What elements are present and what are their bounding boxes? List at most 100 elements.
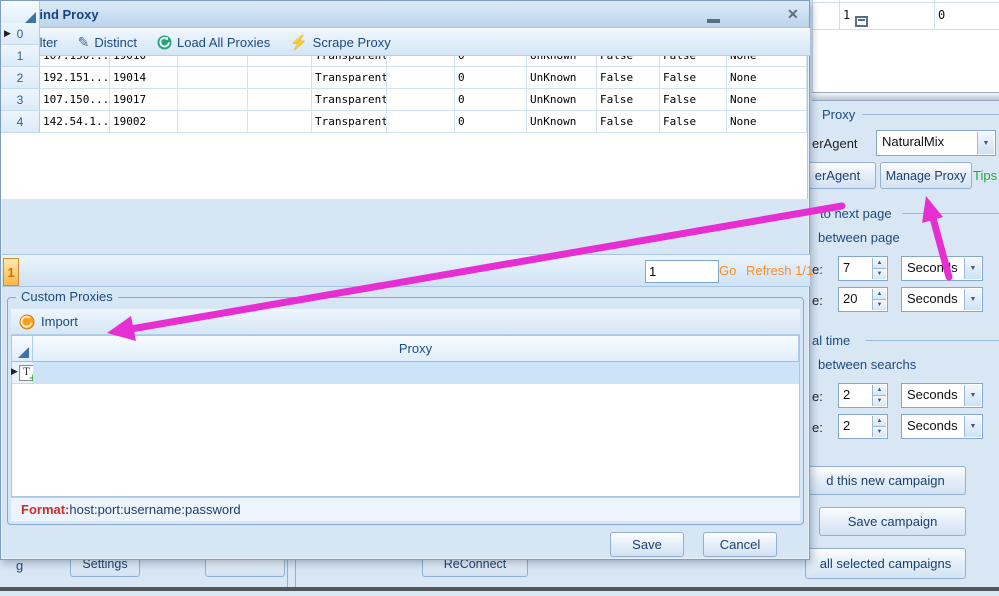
- page-delay-min-unit-combobox[interactable]: Seconds ▼: [901, 256, 983, 281]
- cell-port[interactable]: 19017: [110, 89, 178, 111]
- cell-username[interactable]: [178, 89, 248, 111]
- format-hint: Format:host:port:username:password: [11, 497, 800, 521]
- cell-protocol[interactable]: UnKnown: [527, 67, 597, 89]
- new-proxy-row[interactable]: [33, 362, 799, 384]
- spinner-up-icon[interactable]: ▲: [872, 258, 886, 269]
- cell-password[interactable]: [248, 111, 312, 133]
- page-delay-min-spinner[interactable]: 7 ▲▼: [838, 256, 888, 281]
- row-indicator[interactable]: 3: [1, 89, 40, 111]
- spinner-up-icon[interactable]: ▲: [872, 416, 886, 427]
- clipped-text-fragment: g: [16, 558, 23, 573]
- bg-grid-cell: 0: [938, 8, 945, 22]
- cell-protocol[interactable]: UnKnown: [527, 89, 597, 111]
- cell-country[interactable]: [387, 89, 455, 111]
- useragent-combobox[interactable]: NaturalMix ▼: [876, 130, 996, 156]
- cell-host[interactable]: 192.151....: [40, 67, 110, 89]
- search-delay-max-spinner[interactable]: 2 ▲▼: [838, 414, 888, 439]
- cell-url[interactable]: False: [597, 89, 660, 111]
- panel-splitter[interactable]: [812, 92, 999, 101]
- spinner-up-icon[interactable]: ▲: [872, 289, 886, 300]
- cell-enable[interactable]: False: [660, 111, 727, 133]
- row-indicator[interactable]: 1: [1, 45, 40, 67]
- page-group-label: to next page: [820, 206, 892, 221]
- run-campaigns-button[interactable]: all selected campaigns: [805, 548, 966, 579]
- time-label: e:: [812, 389, 823, 404]
- close-icon[interactable]: ✕: [787, 5, 799, 23]
- refresh-link[interactable]: Refresh 1/1: [746, 263, 813, 278]
- cell-url[interactable]: False: [597, 67, 660, 89]
- search-delay-max-unit-combobox[interactable]: Seconds ▼: [901, 414, 983, 439]
- cell-port[interactable]: 19014: [110, 67, 178, 89]
- row-indicator[interactable]: ▶0: [1, 23, 40, 45]
- tips-link[interactable]: Tips: [973, 168, 997, 183]
- useragent-label: erAgent: [812, 136, 858, 151]
- dialog-titlebar[interactable]: Bind Proxy ✕: [1, 1, 809, 28]
- spinner-up-icon[interactable]: ▲: [872, 385, 886, 396]
- page-number-input[interactable]: [645, 260, 719, 283]
- cell-port[interactable]: 19002: [110, 111, 178, 133]
- row-number: 2: [17, 71, 24, 85]
- spinner-value: 2: [843, 418, 850, 433]
- cell-speed[interactable]: 0: [455, 111, 527, 133]
- add-campaign-button[interactable]: d this new campaign: [805, 466, 966, 495]
- cell-enable[interactable]: False: [660, 67, 727, 89]
- search-delay-min-unit-combobox[interactable]: Seconds ▼: [901, 383, 983, 408]
- between-page-label: between page: [818, 230, 900, 245]
- spinner-down-icon[interactable]: ▼: [872, 427, 886, 437]
- scrape-proxy-button[interactable]: ⚡ Scrape Proxy: [290, 34, 390, 51]
- cell-password[interactable]: [248, 67, 312, 89]
- chevron-down-icon[interactable]: ▼: [977, 132, 994, 154]
- custom-grid-corner[interactable]: [12, 336, 33, 362]
- current-row-arrow-icon: ▶: [4, 28, 11, 39]
- row-number: 1: [17, 49, 24, 63]
- cell-password[interactable]: [248, 89, 312, 111]
- cell-host[interactable]: 107.150....: [40, 89, 110, 111]
- spinner-down-icon[interactable]: ▼: [872, 396, 886, 406]
- cell-username[interactable]: [178, 67, 248, 89]
- spinner-value: 20: [843, 291, 857, 306]
- cell-enable[interactable]: False: [660, 89, 727, 111]
- cancel-button[interactable]: Cancel: [703, 532, 777, 557]
- page-delay-max-spinner[interactable]: 20 ▲▼: [838, 287, 888, 312]
- chevron-down-icon[interactable]: ▼: [964, 258, 981, 279]
- save-button[interactable]: Save: [610, 532, 684, 557]
- cell-protocol[interactable]: UnKnown: [527, 111, 597, 133]
- row-indicator[interactable]: 2: [1, 67, 40, 89]
- go-link[interactable]: Go: [719, 263, 736, 278]
- save-campaign-button[interactable]: Save campaign: [819, 507, 966, 536]
- cell-username[interactable]: [178, 111, 248, 133]
- spinner-down-icon[interactable]: ▼: [872, 300, 886, 310]
- load-all-proxies-button[interactable]: Load All Proxies: [157, 35, 270, 50]
- cell-country[interactable]: [387, 67, 455, 89]
- cell-level[interactable]: Transparent: [312, 111, 387, 133]
- page-delay-max-unit-combobox[interactable]: Seconds ▼: [901, 287, 983, 312]
- cell-level[interactable]: Transparent: [312, 89, 387, 111]
- cell-speed[interactable]: 0: [455, 67, 527, 89]
- minimize-icon[interactable]: [707, 19, 720, 23]
- cell-speed[interactable]: 0: [455, 89, 527, 111]
- distinct-button[interactable]: ✎ Distinct: [78, 34, 137, 51]
- cell-host[interactable]: 142.54.1...: [40, 111, 110, 133]
- chevron-down-icon[interactable]: ▼: [964, 289, 981, 310]
- divider: [287, 558, 288, 588]
- search-delay-min-spinner[interactable]: 2 ▲▼: [838, 383, 888, 408]
- import-button[interactable]: Import: [41, 314, 78, 329]
- manage-proxy-button[interactable]: Manage Proxy: [880, 162, 972, 189]
- cell-level[interactable]: Transparent: [312, 67, 387, 89]
- cell-status[interactable]: None: [727, 67, 807, 89]
- window-edge: [0, 587, 999, 591]
- spinner-down-icon[interactable]: ▼: [872, 269, 886, 279]
- custom-proxy-table: Proxy ▶ T+: [11, 335, 800, 497]
- cell-status[interactable]: None: [727, 111, 807, 133]
- column-header-proxy[interactable]: Proxy: [33, 336, 799, 362]
- new-row-indicator[interactable]: ▶ T+: [12, 362, 34, 384]
- bg-grid-cell: 1: [843, 8, 850, 22]
- chevron-down-icon[interactable]: ▼: [964, 416, 981, 437]
- row-indicator[interactable]: 4: [1, 111, 40, 133]
- cell-status[interactable]: None: [727, 89, 807, 111]
- maximize-icon[interactable]: [855, 16, 868, 27]
- useragent-button[interactable]: erAgent: [799, 162, 876, 189]
- chevron-down-icon[interactable]: ▼: [964, 385, 981, 406]
- cell-url[interactable]: False: [597, 111, 660, 133]
- cell-country[interactable]: [387, 111, 455, 133]
